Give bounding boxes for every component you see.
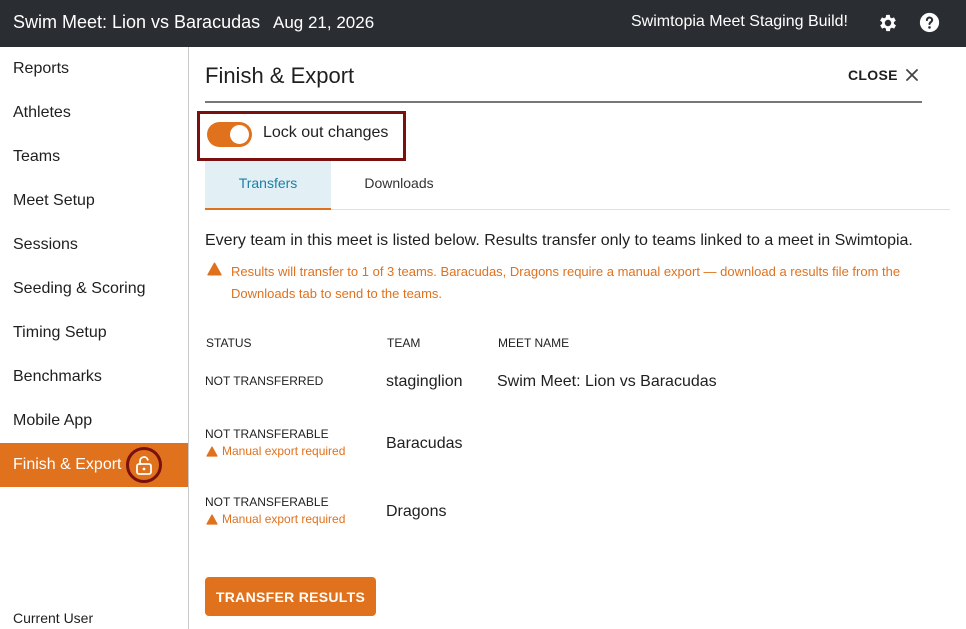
close-label: CLOSE	[848, 67, 898, 83]
sidebar-item-mobile-app[interactable]: Mobile App	[0, 399, 188, 443]
column-header-team: TEAM	[387, 336, 421, 350]
sidebar-item-label: Sessions	[13, 236, 78, 253]
row-substatus-text: Manual export required	[222, 444, 346, 458]
warning-text: Results will transfer to 1 of 3 teams. B…	[231, 264, 901, 301]
sidebar-item-timing-setup[interactable]: Timing Setup	[0, 311, 188, 355]
row-status: NOT TRANSFERABLE	[205, 495, 329, 509]
row-status: NOT TRANSFERRED	[205, 374, 324, 388]
row-team: staginglion	[386, 373, 463, 390]
sidebar: Reports Athletes Teams Meet Setup Sessio…	[0, 47, 189, 629]
top-bar: Swim Meet: Lion vs Baracudas Aug 21, 202…	[0, 0, 966, 47]
sidebar-item-label: Benchmarks	[13, 368, 102, 385]
help-icon[interactable]	[919, 12, 940, 33]
sidebar-item-label: Athletes	[13, 104, 71, 121]
sidebar-item-seeding-scoring[interactable]: Seeding & Scoring	[0, 267, 188, 311]
sidebar-item-label: Teams	[13, 148, 61, 165]
sidebar-item-sessions[interactable]: Sessions	[0, 223, 188, 267]
close-button[interactable]: CLOSE	[848, 65, 919, 85]
sidebar-item-label: Mobile App	[13, 412, 93, 429]
gear-icon[interactable]	[877, 12, 899, 34]
meet-title: Swim Meet: Lion vs Baracudas	[13, 12, 261, 32]
row-substatus-text: Manual export required	[222, 512, 346, 526]
toggle-knob	[230, 125, 249, 144]
tab-bar: Transfers Downloads	[205, 161, 950, 210]
column-header-meet-name: MEET NAME	[498, 336, 570, 350]
row-status: NOT TRANSFERABLE	[205, 427, 329, 441]
close-icon	[905, 69, 918, 81]
tab-transfers[interactable]: Transfers	[205, 161, 331, 210]
warning-icon	[206, 513, 218, 525]
column-header-status: STATUS	[206, 336, 252, 350]
current-user-label[interactable]: Current User	[13, 610, 93, 626]
build-label: Swimtopia Meet Staging Build!	[631, 13, 848, 30]
sidebar-item-finish-export[interactable]: Finish & Export	[0, 443, 188, 487]
intro-text: Every team in this meet is listed below.…	[205, 232, 913, 249]
sidebar-item-reports[interactable]: Reports	[0, 47, 188, 91]
sidebar-item-label: Finish & Export	[13, 456, 122, 473]
sidebar-item-benchmarks[interactable]: Benchmarks	[0, 355, 188, 399]
row-meet-name: Swim Meet: Lion vs Baracudas	[497, 373, 717, 390]
lock-toggle-row: Lock out changes	[197, 111, 406, 161]
sidebar-item-label: Reports	[13, 60, 70, 77]
row-team: Dragons	[386, 503, 447, 520]
sidebar-item-teams[interactable]: Teams	[0, 135, 188, 179]
tab-downloads[interactable]: Downloads	[331, 161, 467, 210]
row-substatus: Manual export required	[206, 512, 345, 526]
sidebar-item-label: Timing Setup	[13, 324, 107, 341]
row-substatus: Manual export required	[206, 444, 345, 458]
sidebar-item-label: Meet Setup	[13, 192, 95, 209]
row-team: Baracudas	[386, 435, 463, 452]
page-title: Finish & Export	[205, 63, 355, 88]
warning-icon	[206, 445, 218, 457]
sidebar-item-athletes[interactable]: Athletes	[0, 91, 188, 135]
meet-date: Aug 21, 2026	[273, 13, 375, 32]
lock-changes-label: Lock out changes	[263, 124, 389, 141]
main-panel: Finish & Export CLOSE Lock out changes T…	[189, 47, 966, 629]
sidebar-item-label: Seeding & Scoring	[13, 280, 146, 297]
lock-changes-toggle[interactable]	[207, 122, 252, 147]
lock-open-icon	[126, 447, 162, 483]
sidebar-item-meet-setup[interactable]: Meet Setup	[0, 179, 188, 223]
title-divider	[205, 101, 922, 103]
transfer-results-button[interactable]: TRANSFER RESULTS	[205, 577, 376, 616]
warning-icon	[207, 262, 222, 276]
